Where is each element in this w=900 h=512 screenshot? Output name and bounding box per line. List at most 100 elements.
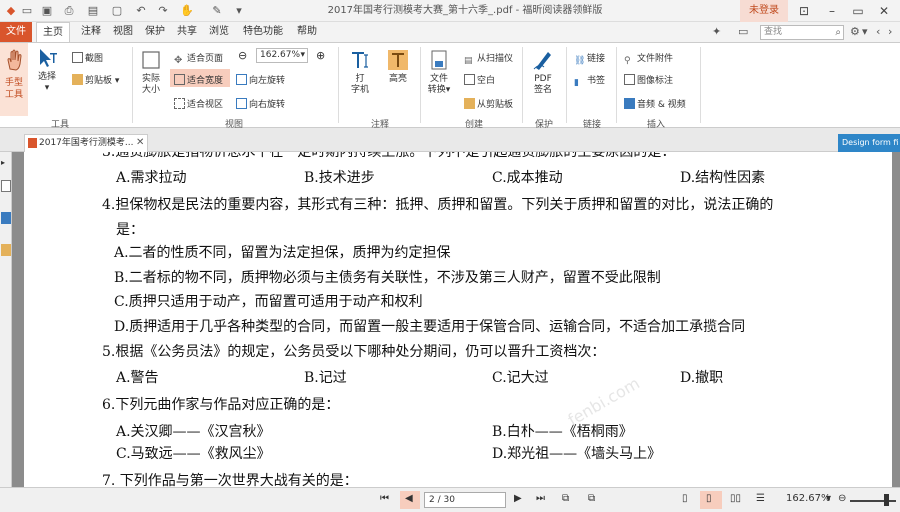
fit-view-button[interactable]: 适合视区 [174,97,223,110]
zoom-slider-handle[interactable] [884,494,889,506]
minimize-button[interactable]: – [820,0,844,22]
first-page-icon[interactable]: ⏮ [380,493,389,504]
q6-option-b: B.白朴——《梧桐雨》 [492,424,633,440]
from-scanner-button[interactable]: ▤ 从扫描仪 [464,51,513,67]
page-number-input[interactable]: 2 / 30 [424,492,506,508]
tab-file[interactable]: 文件 [0,22,32,42]
file-convert-button[interactable]: 文件 转换▾ [424,49,454,96]
panel-expand-icon[interactable]: ▸ [1,158,11,170]
next-view-icon[interactable]: ⧉ [588,493,595,504]
zoom-in-icon[interactable]: ⊕ [316,49,325,62]
bookmark-button[interactable]: ▮ 书签 [574,73,605,89]
select-cursor-icon [40,49,57,67]
question-7-stem: 7. 下列作品与第一次世界大战有关的是： [102,473,358,487]
blank-button[interactable]: 空白 [464,73,495,86]
continuous-page-icon[interactable]: ▯ [706,493,712,504]
clipboard-icon [72,74,83,85]
tab-view[interactable]: 视图 [110,22,136,42]
image-annotation-button[interactable]: 图像标注 [624,73,673,86]
zoom-dropdown-icon[interactable]: ▾ [300,49,305,62]
redo-icon[interactable]: ↷ [156,4,170,18]
fit-width-button[interactable]: 适合宽度 [174,73,223,86]
fit-view-label: 适合视区 [187,100,224,110]
q5-option-a: A.警告 [116,370,159,386]
maximize-button[interactable]: ▭ [846,0,870,22]
tab-home[interactable]: 主页 [36,22,70,42]
zoom-slider[interactable] [850,500,896,502]
q6-option-d: D.郑光祖——《墙头马上》 [492,446,662,462]
ribbon-separator [420,47,421,123]
link-button[interactable]: ⛓ 链接 [574,51,605,67]
next-page-icon[interactable]: ▶ [514,493,522,504]
status-bar: ⏮ ◀ 2 / 30 ▶ ⏭ ⧉ ⧉ ▯ ▯ ▯▯ ☰ 162.67% ▾ ⊖ [0,487,900,512]
image-annotation-label: 图像标注 [637,76,674,86]
rotate-left-button[interactable]: 向左旋转 [236,73,285,86]
settings-icon[interactable]: ⚙ [850,25,860,38]
zoom-combo[interactable]: 162.67% ▾ [256,48,308,63]
last-page-icon[interactable]: ⏭ [536,493,545,504]
select-button[interactable]: 选择 ▾ [34,47,60,94]
clipboard-button[interactable]: 剪贴板 ▾ [72,73,119,86]
back-icon[interactable]: ‹ [876,25,880,38]
settings-dropdown-icon[interactable]: ▾ [862,25,868,38]
skin-icon[interactable]: ⊡ [792,0,816,22]
customize-dropdown-icon[interactable]: ▾ [232,4,246,18]
dialog-icon[interactable]: ▭ [738,25,748,38]
forward-icon[interactable]: › [888,25,892,38]
menu-bar: 文件 主页 注释 视图 保护 共享 浏览 特色功能 帮助 ✦ ▭ 查找 ⌕ ⚙ … [0,22,900,42]
single-page-icon[interactable]: ▯ [682,493,688,504]
attachments-panel-icon[interactable] [1,244,11,256]
hand-quick-icon[interactable]: ✋ [180,4,194,18]
login-button[interactable]: 未登录 [740,0,788,22]
highlight-button[interactable]: 高亮 [384,49,412,85]
tab-browse[interactable]: 浏览 [206,22,232,42]
zoom-out-icon[interactable]: ⊖ [238,49,247,62]
previous-page-icon[interactable]: ◀ [405,493,413,504]
audio-video-button[interactable]: 音频 & 视频 [624,97,686,110]
save-icon[interactable]: ▣ [40,4,54,18]
new-icon[interactable]: ▢ [110,4,124,18]
file-attachment-label: 文件附件 [637,54,674,64]
undo-icon[interactable]: ↶ [134,4,148,18]
document-viewport[interactable]: 3.通货膨胀是指物价总水平在一定时期内持续上涨。下列不是引起通货膨胀的主要原因的… [12,152,900,487]
previous-view-icon[interactable]: ⧉ [562,493,569,504]
file-attachment-button[interactable]: ⚲ 文件附件 [624,51,673,67]
zoom-dropdown-icon[interactable]: ▾ [826,493,831,504]
scan-icon[interactable]: ▤ [86,4,100,18]
select-label: 选择 [37,72,56,82]
print-icon[interactable]: ⎙ [62,4,76,18]
document-tab[interactable]: 2017年国考行测模考... [24,134,148,152]
close-button[interactable]: ✕ [872,0,896,22]
from-clipboard-button[interactable]: 从剪贴板 [464,97,513,110]
actual-size-button[interactable]: 实际 大小 [138,49,164,96]
bulb-icon[interactable]: ✦ [712,25,721,38]
pdf-page: 3.通货膨胀是指物价总水平在一定时期内持续上涨。下列不是引起通货膨胀的主要原因的… [24,152,892,487]
tab-share[interactable]: 共享 [174,22,200,42]
pdf-sign-button[interactable]: PDF 签名 [528,49,558,96]
bookmark-label: 书签 [587,76,606,86]
tab-help[interactable]: 帮助 [294,22,320,42]
edit-quick-icon[interactable]: ✎ [210,4,224,18]
zoom-level[interactable]: 162.67% [786,493,831,504]
q5-option-d: D.撤职 [680,370,724,386]
document-tab-close-icon[interactable]: ✕ [136,137,144,148]
fit-page-button[interactable]: ✥ 适合页面 [174,51,223,66]
tab-comment[interactable]: 注释 [78,22,104,42]
from-clipboard-icon [464,98,475,109]
typewriter-button[interactable]: 打 字机 [346,49,374,96]
continuous-facing-icon[interactable]: ☰ [756,493,765,504]
tab-features[interactable]: 特色功能 [238,22,288,42]
zoom-out-icon[interactable]: ⊖ [838,493,846,504]
design-form-button[interactable]: Design form fi [838,134,900,152]
search-input[interactable]: 查找 ⌕ [760,25,844,40]
open-icon[interactable]: ▭ [20,4,34,18]
page-thumbnail-icon[interactable] [1,180,11,192]
fit-view-icon [174,98,185,109]
tab-protect[interactable]: 保护 [142,22,168,42]
bookmarks-panel-icon[interactable] [1,212,11,224]
rotate-right-button[interactable]: 向右旋转 [236,97,285,110]
facing-page-icon[interactable]: ▯▯ [730,493,741,504]
hand-tool-button[interactable]: 手型 工具 [0,43,28,116]
screenshot-button[interactable]: 截图 [72,51,103,64]
search-icon[interactable]: ⌕ [835,26,841,39]
